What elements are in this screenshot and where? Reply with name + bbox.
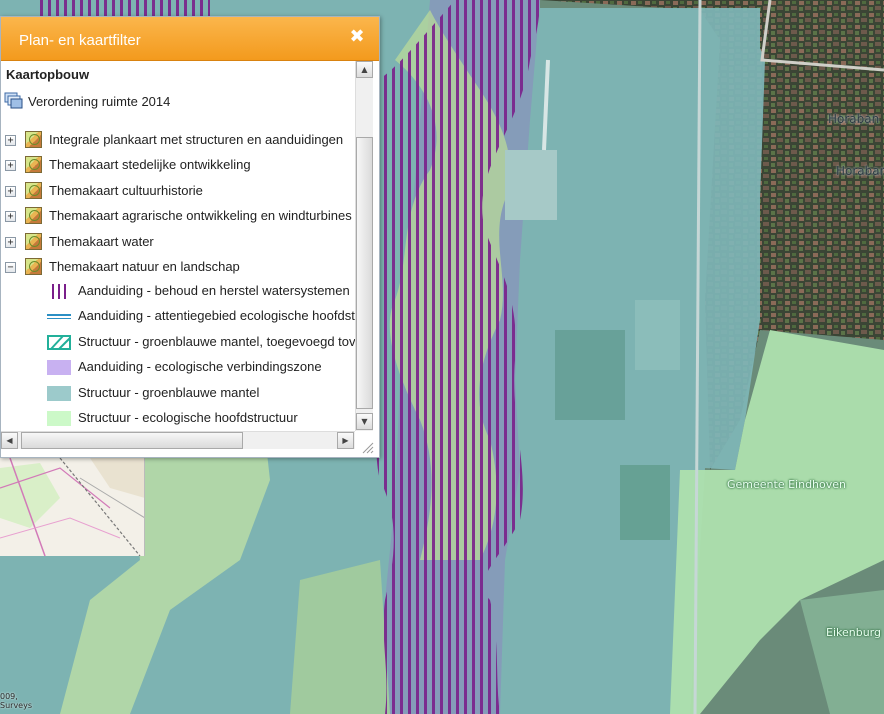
tree-group-stedelijke-ontwikkeling[interactable]: + Themakaart stedelijke ontwikkeling	[1, 153, 355, 177]
tree-group-label: Themakaart agrarische ontwikkeling en wi…	[49, 208, 352, 223]
close-icon[interactable]: ✖	[349, 28, 365, 46]
sports-hall	[505, 150, 557, 220]
panel-header[interactable]: Plan- en kaartfilter ✖	[1, 17, 379, 61]
map-layer-icon	[25, 258, 42, 275]
legend-label: Aanduiding - attentiegebied ecologische …	[78, 308, 355, 323]
collapse-icon[interactable]: −	[5, 262, 16, 273]
legend-label: Aanduiding - behoud en herstel watersyst…	[78, 283, 350, 298]
tree-group-label: Themakaart natuur en landschap	[49, 259, 240, 274]
label-horaban: Horaban	[828, 112, 880, 126]
tree-root-label: Verordening ruimte 2014	[28, 94, 171, 109]
expand-icon[interactable]: +	[5, 160, 16, 171]
expand-icon[interactable]: +	[5, 211, 16, 222]
label-gemeente-eindhoven: Gemeente Eindhoven	[727, 478, 847, 491]
panel-title: Plan- en kaartfilter	[19, 32, 141, 49]
legend-item-attentiegebied[interactable]: Aanduiding - attentiegebied ecologische …	[1, 304, 355, 328]
teal-fill-swatch-icon	[47, 386, 71, 401]
double-line-swatch-icon	[47, 314, 71, 319]
layers-icon	[4, 92, 23, 109]
legend-item-verbindingszone[interactable]: Aanduiding - ecologische verbindingszone	[1, 355, 355, 379]
tree-group-label: Themakaart cultuurhistorie	[49, 183, 203, 198]
expand-icon[interactable]: +	[5, 135, 16, 146]
legend-label: Structuur - ecologische hoofdstructuur	[78, 410, 298, 425]
expand-icon[interactable]: +	[5, 237, 16, 248]
section-title-kaartopbouw: Kaartopbouw	[6, 67, 90, 82]
tree-group-label: Integrale plankaart met structuren en aa…	[49, 132, 344, 147]
tree-group-integrale-plankaart[interactable]: + Integrale plankaart met structuren en …	[1, 128, 355, 152]
tree-group-water[interactable]: + Themakaart water	[1, 230, 355, 254]
map-layer-icon	[25, 207, 42, 224]
label-eikenburg: Eikenburg	[826, 626, 881, 639]
overview-map-graphic	[0, 458, 144, 556]
map-layer-icon	[25, 156, 42, 173]
scroll-right-icon[interactable]: ▶	[337, 432, 354, 449]
map-layer-icon	[25, 131, 42, 148]
plan-kaartfilter-panel[interactable]: Plan- en kaartfilter ✖ Kaartopbouw Veror…	[0, 16, 380, 458]
scroll-up-icon[interactable]: ▲	[356, 61, 373, 78]
legend-label: Aanduiding - ecologische verbindingszone	[78, 359, 322, 374]
overview-map[interactable]	[0, 458, 145, 556]
tree-root-item[interactable]: Verordening ruimte 2014	[1, 90, 355, 114]
green-fill-swatch-icon	[47, 411, 71, 426]
resize-grip-icon[interactable]	[357, 437, 375, 455]
map-layer-icon	[25, 182, 42, 199]
ehs-patch-south	[290, 560, 390, 714]
vertical-scroll-thumb[interactable]	[356, 137, 373, 409]
tree-group-agrarische-ontwikkeling[interactable]: + Themakaart agrarische ontwikkeling en …	[1, 204, 355, 228]
stadium	[635, 300, 680, 370]
map-layer-icon	[25, 233, 42, 250]
scroll-left-icon[interactable]: ◀	[1, 432, 18, 449]
purple-fill-swatch-icon	[47, 360, 71, 375]
watersystemen-hatch-top	[40, 0, 210, 16]
map-copyright: 009, Surveys	[0, 692, 32, 710]
legend-item-ecologische-hoofdstructuur[interactable]: Structuur - ecologische hoofdstructuur	[1, 406, 355, 430]
scroll-down-icon[interactable]: ▼	[356, 413, 373, 430]
tree-group-label: Themakaart stedelijke ontwikkeling	[49, 157, 251, 172]
vertical-scrollbar[interactable]: ▲ ▼	[355, 61, 373, 431]
legend-label: Structuur - groenblauwe mantel	[78, 385, 260, 400]
purple-hatch-swatch-icon	[52, 284, 66, 299]
legend-label: Structuur - groenblauwe mantel, toegevoe…	[78, 334, 355, 349]
sports-field-1	[555, 330, 625, 420]
expand-icon[interactable]: +	[5, 186, 16, 197]
tree-group-cultuurhistorie[interactable]: + Themakaart cultuurhistorie	[1, 179, 355, 203]
horizontal-scrollbar[interactable]: ◀ ▶	[1, 431, 355, 449]
tree-group-label: Themakaart water	[49, 234, 154, 249]
layer-tree[interactable]: Kaartopbouw Verordening ruimte 2014 + In…	[1, 61, 355, 431]
teal-hatch-swatch-icon	[47, 335, 71, 350]
horizontal-scroll-thumb[interactable]	[21, 432, 243, 449]
sports-field-2	[620, 465, 670, 540]
legend-item-watersystemen[interactable]: Aanduiding - behoud en herstel watersyst…	[1, 279, 355, 303]
label-horaban-2: Horaban	[836, 164, 884, 178]
legend-item-groenblauwe-mantel-toegevoegd[interactable]: Structuur - groenblauwe mantel, toegevoe…	[1, 330, 355, 354]
legend-item-groenblauwe-mantel[interactable]: Structuur - groenblauwe mantel	[1, 381, 355, 405]
tree-group-natuur-landschap[interactable]: − Themakaart natuur en landschap	[1, 255, 355, 279]
